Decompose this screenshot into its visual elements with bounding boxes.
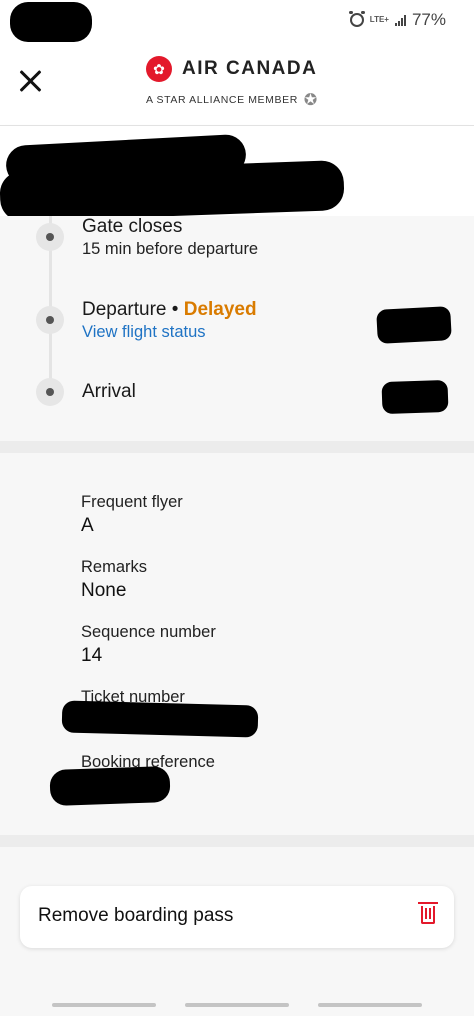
gate-closes-title: Gate closes: [82, 216, 183, 237]
nav-home-button[interactable]: [185, 1003, 289, 1007]
remarks-label: Remarks: [81, 558, 148, 576]
sequence-number-label: Sequence number: [81, 623, 216, 641]
section-divider: [0, 441, 474, 453]
redacted-carrier: [10, 2, 92, 42]
redacted-arrival-time: [381, 379, 449, 415]
app-header: ✿ AIR CANADA A STAR ALLIANCE MEMBER ✪: [0, 42, 474, 126]
remove-boarding-pass-button[interactable]: Remove boarding pass: [20, 886, 454, 948]
separator-dot: •: [171, 299, 179, 320]
frequent-flyer-value: A: [81, 515, 94, 536]
redacted-booking-reference: [49, 765, 171, 807]
timeline-dot: [36, 223, 64, 251]
timeline-dot: [36, 378, 64, 406]
remove-boarding-pass-label: Remove boarding pass: [38, 905, 234, 926]
section-divider: [0, 835, 474, 847]
passenger-name-band: [0, 126, 474, 222]
redacted-passenger-name: [0, 160, 345, 222]
alarm-icon: [348, 11, 365, 27]
maple-leaf-icon: ✿: [146, 56, 172, 82]
star-alliance-icon: ✪: [303, 92, 318, 109]
redacted-departure-time: [376, 306, 452, 344]
sequence-number-value: 14: [81, 645, 103, 666]
flight-timeline: Gate closes 15 min before departure Depa…: [0, 216, 474, 441]
battery-percent: 77%: [411, 10, 446, 29]
remarks-value: None: [81, 580, 127, 601]
system-navigation-bar: [0, 996, 474, 1016]
frequent-flyer-label: Frequent flyer: [81, 493, 183, 511]
view-flight-status-link[interactable]: View flight status: [82, 323, 206, 342]
gate-closes-subtitle: 15 min before departure: [82, 240, 259, 258]
departure-label: Departure: [82, 299, 167, 320]
airline-logo: ✿ AIR CANADA A STAR ALLIANCE MEMBER ✪: [146, 56, 318, 110]
delayed-status: Delayed: [183, 299, 257, 320]
alliance-tagline: A STAR ALLIANCE MEMBER: [146, 94, 298, 106]
redacted-ticket-number: [61, 700, 259, 738]
arrival-title: Arrival: [82, 381, 136, 402]
passenger-details: Frequent flyer A Remarks None Sequence n…: [0, 453, 474, 835]
departure-title: Departure • Delayed: [82, 299, 257, 321]
nav-back-button[interactable]: [318, 1003, 422, 1007]
close-button[interactable]: [18, 68, 44, 94]
signal-icon: [394, 14, 406, 26]
network-indicator: LTE+: [369, 15, 389, 24]
trash-icon: [418, 902, 438, 924]
timeline-dot: [36, 306, 64, 334]
nav-recents-button[interactable]: [52, 1003, 156, 1007]
brand-name: AIR CANADA: [182, 58, 318, 79]
status-icons: LTE+ 77%: [348, 10, 446, 30]
status-bar: LTE+ 77%: [0, 0, 474, 42]
